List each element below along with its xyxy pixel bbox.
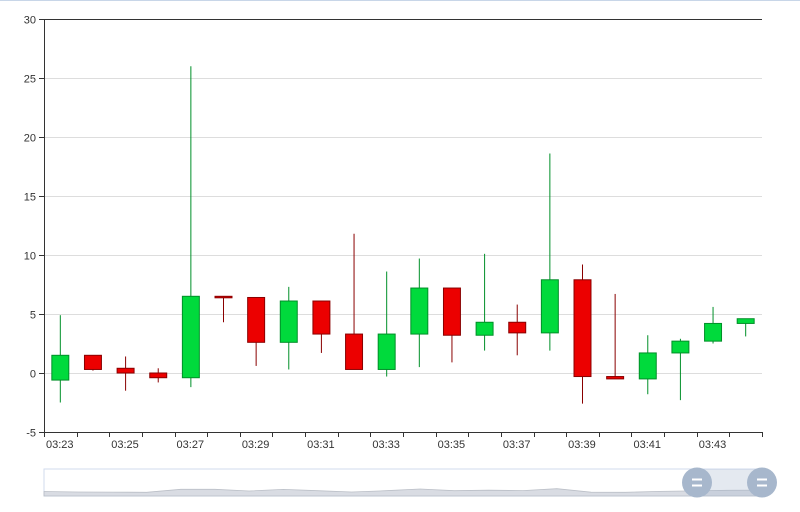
- y-tick-label: 5: [30, 310, 36, 322]
- candle[interactable]: [345, 233, 364, 370]
- candle-body: [508, 321, 527, 334]
- candle[interactable]: [51, 315, 70, 403]
- axes: 30 25 20 15 10 5 0 -5 03:23 03:25 03:27 03:29 03:31 0…: [24, 15, 763, 451]
- y-tick-label: 30: [24, 15, 36, 27]
- candle-body: [83, 354, 102, 370]
- candle-body: [475, 321, 494, 336]
- candle-body: [704, 322, 723, 342]
- candle[interactable]: [410, 258, 429, 368]
- y-tick-label: 0: [30, 369, 36, 381]
- y-tick-label: 15: [24, 192, 36, 204]
- candle[interactable]: [606, 293, 625, 380]
- candle[interactable]: [671, 338, 690, 401]
- x-tick-label: 03:31: [307, 439, 335, 451]
- candle[interactable]: [475, 253, 494, 351]
- candle[interactable]: [508, 304, 527, 356]
- candle-series: [51, 66, 755, 404]
- candle[interactable]: [181, 66, 200, 388]
- candle-body: [573, 279, 592, 378]
- candle-body: [149, 372, 168, 379]
- candle-body: [214, 295, 233, 299]
- candle-body: [410, 287, 429, 335]
- y-tick-label: 20: [24, 133, 36, 145]
- zoom-handle-right[interactable]: [747, 467, 777, 498]
- x-tick-label: 03:41: [633, 439, 661, 451]
- candle-body: [345, 333, 364, 370]
- candle-body: [51, 354, 70, 381]
- candle-body: [671, 340, 690, 354]
- zoom-handle-left[interactable]: [682, 467, 712, 498]
- candle-body: [247, 296, 266, 343]
- candle[interactable]: [279, 286, 298, 370]
- candle-body: [116, 367, 135, 374]
- candle[interactable]: [573, 264, 592, 404]
- candle[interactable]: [442, 287, 461, 363]
- candle-body: [606, 376, 625, 380]
- x-tick-label: 03:39: [568, 439, 596, 451]
- candle[interactable]: [736, 318, 755, 337]
- candle-body: [540, 279, 559, 334]
- candle[interactable]: [247, 296, 266, 366]
- candle[interactable]: [540, 153, 559, 351]
- candle-body: [736, 318, 755, 324]
- x-tick-label: 03:29: [242, 439, 270, 451]
- y-tick-label: -5: [26, 428, 36, 440]
- y-tick-label: 10: [24, 251, 36, 263]
- x-tick-label: 03:25: [111, 439, 139, 451]
- y-tick-label: 25: [24, 74, 36, 86]
- x-tick-label: 03:35: [438, 439, 466, 451]
- zoom-handle-knob[interactable]: [682, 467, 712, 498]
- zoom-handle-knob[interactable]: [747, 467, 777, 498]
- data-zoom-slider[interactable]: [43, 467, 777, 498]
- candle[interactable]: [83, 354, 102, 371]
- candle[interactable]: [312, 300, 331, 353]
- x-tick-label: 03:33: [372, 439, 400, 451]
- candle-body: [279, 300, 298, 343]
- candle-body: [442, 287, 461, 336]
- candle[interactable]: [149, 368, 168, 383]
- candle-body: [377, 333, 396, 370]
- candle-body: [638, 352, 657, 380]
- candle-body: [312, 300, 331, 335]
- x-tick-label: 03:23: [46, 439, 74, 451]
- x-tick-label: 03:37: [503, 439, 531, 451]
- candle[interactable]: [638, 335, 657, 395]
- candle-body: [181, 295, 200, 379]
- candle[interactable]: [704, 306, 723, 344]
- x-tick-label: 03:27: [177, 439, 205, 451]
- candlestick-chart: 30 25 20 15 10 5 0 -5 03:23 03:25 03:27 03:29 03:31 0…: [24, 15, 777, 498]
- candle[interactable]: [214, 295, 233, 323]
- candle[interactable]: [377, 271, 396, 377]
- x-tick-label: 03:43: [699, 439, 727, 451]
